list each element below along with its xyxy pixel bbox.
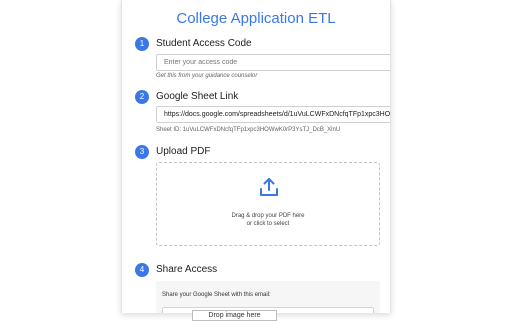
step-3-title: Upload PDF <box>156 146 211 157</box>
step-4-title: Share Access <box>156 264 218 275</box>
upload-icon <box>260 178 278 196</box>
dropzone-line-1: Drag & drop your PDF here <box>231 213 305 219</box>
access-code-hint: Get this from your guidance counselor <box>156 73 258 79</box>
drop-image-banner[interactable]: Drop image here <box>192 310 277 321</box>
pdf-dropzone[interactable]: Drag & drop your PDF here or click to se… <box>156 162 380 246</box>
step-1-badge: 1 <box>135 37 149 51</box>
sheet-link-input[interactable]: https://docs.google.com/spreadsheets/d/1… <box>156 106 390 123</box>
share-access-box: Share your Google Sheet with this email: <box>156 281 380 313</box>
step-2-title: Google Sheet Link <box>156 91 239 102</box>
sheet-id-text: Sheet ID: 1uVuLCWFxDNcfqTFp1xpc3HOWwK0rP… <box>156 127 341 133</box>
app-title: College Application ETL <box>176 10 336 27</box>
step-1-title: Student Access Code <box>156 38 252 49</box>
step-2-badge: 2 <box>135 90 149 104</box>
dropzone-line-2: or click to select <box>246 221 290 227</box>
step-4-badge: 4 <box>135 263 149 277</box>
etl-panel: College Application ETL 1 Student Access… <box>121 0 391 313</box>
share-instructions: Share your Google Sheet with this email: <box>162 292 271 298</box>
access-code-input[interactable] <box>156 54 390 71</box>
step-3-badge: 3 <box>135 145 149 159</box>
